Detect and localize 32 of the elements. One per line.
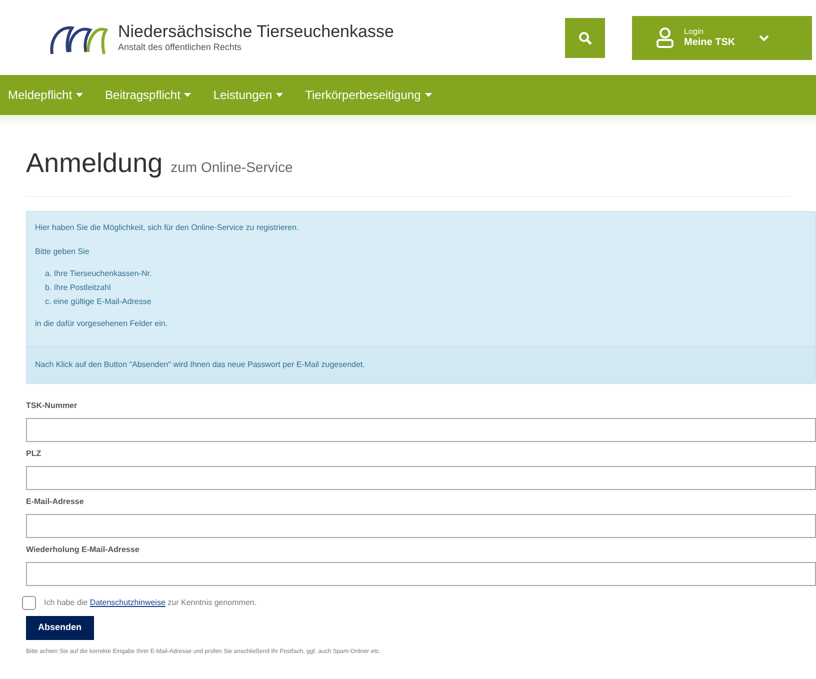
list-item: b. Ihre Postleitzahl xyxy=(45,282,112,294)
submit-button[interactable]: Absenden xyxy=(26,616,94,640)
nav-menu-item[interactable]: Meldepflicht xyxy=(8,86,84,104)
field-label: Wiederholung E-Mail-Adresse xyxy=(26,544,140,556)
field-label: TSK-Nummer xyxy=(26,400,78,412)
user-icon xyxy=(656,26,674,48)
info-text: Hier haben Sie die Möglichkeit, sich für den Online-Service zu registrieren. xyxy=(35,222,300,234)
info-text: Bitte geben Sie xyxy=(35,246,90,258)
chevron-down-icon xyxy=(759,34,770,42)
privacy-link[interactable]: Datenschutzhinweise xyxy=(90,598,166,606)
nav-menu-item[interactable]: Beitragspflicht xyxy=(105,86,192,104)
field-label: E-Mail-Adresse xyxy=(26,496,85,508)
input-field[interactable] xyxy=(26,418,816,442)
info-text: Nach Klick auf den Button "Absenden" wird Ihnen das neue Passwort per E-Mail zugesendet. xyxy=(35,358,366,370)
field-label: PLZ xyxy=(26,448,42,460)
info-text: in die dafür vorgesehenen Felder ein. xyxy=(35,318,169,330)
nav-menu-item[interactable]: Tierkörperbeseitigung xyxy=(305,86,432,104)
list-item: c. eine gültige E-Mail-Adresse xyxy=(45,296,152,308)
site-title: Niedersächsische Tierseuchenkasse xyxy=(118,22,394,42)
login-button[interactable]: Login Meine TSK xyxy=(632,16,812,60)
search-button[interactable] xyxy=(565,18,605,58)
input-field[interactable] xyxy=(26,514,816,538)
checkbox[interactable] xyxy=(22,596,36,610)
nav-menu-item[interactable]: Leistungen xyxy=(213,86,284,104)
search-icon xyxy=(578,30,592,44)
page-subheading: zum Online-Service xyxy=(170,158,293,177)
input-field[interactable] xyxy=(26,466,816,490)
page-heading: Anmeldung xyxy=(26,147,163,180)
list-item: a. Ihre Tierseuchenkassen-Nr. xyxy=(45,268,153,280)
input-field[interactable] xyxy=(26,562,816,586)
consent-text: Ich habe die Datenschutzhinweise zur Kenntnis genommen. xyxy=(44,596,257,608)
site-subtitle: Anstalt des öffentlichen Rechts xyxy=(118,42,242,53)
